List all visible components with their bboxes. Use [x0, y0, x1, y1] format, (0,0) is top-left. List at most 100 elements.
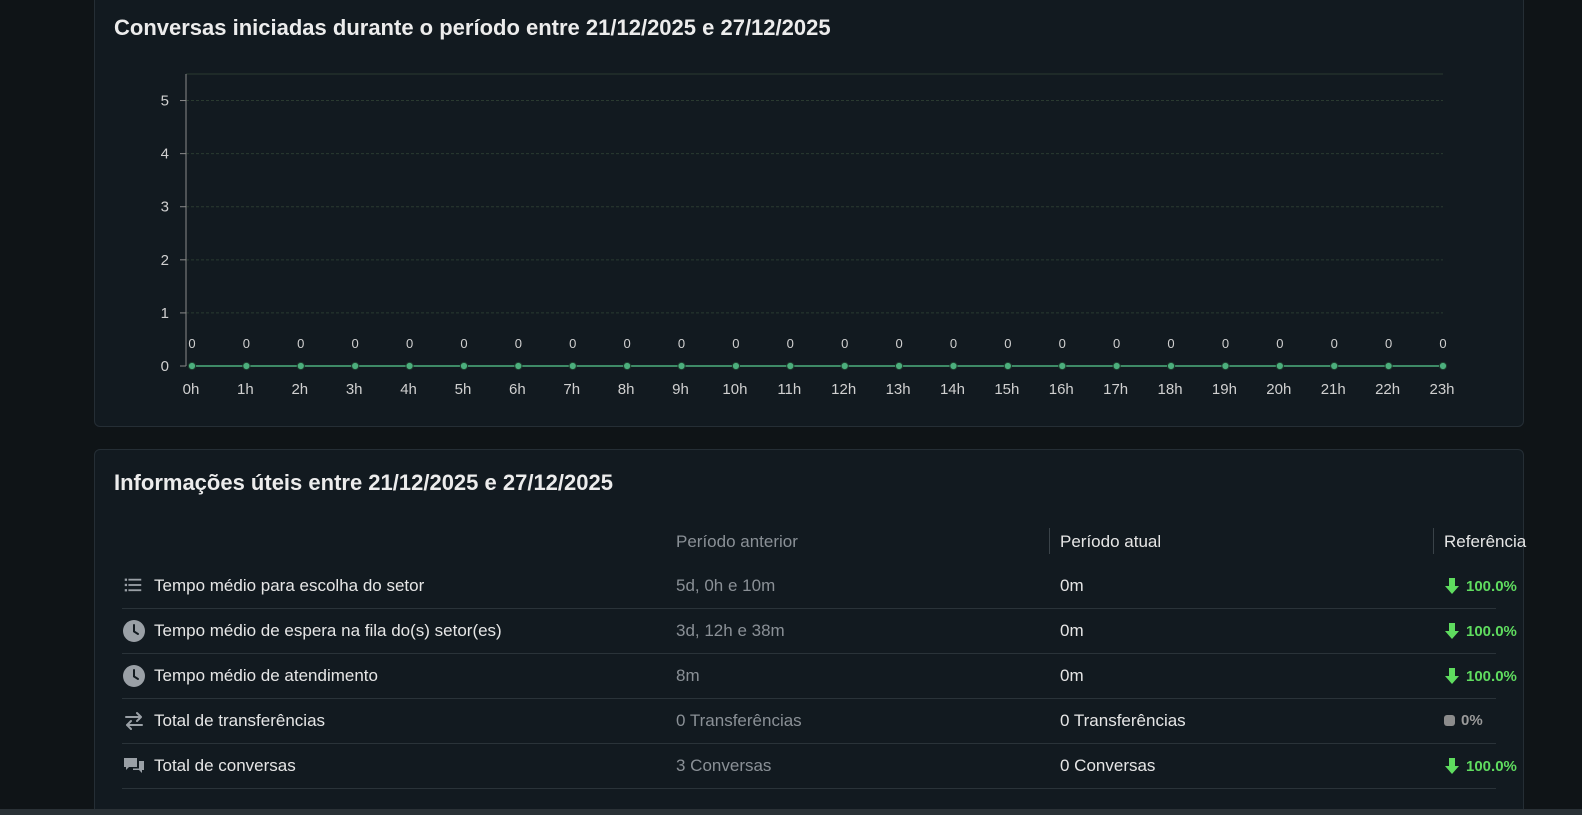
data-label: 0: [1222, 336, 1229, 351]
table-row: Total de transferências 0 Transferências 0…: [122, 699, 1496, 744]
x-tick-label: 0h: [183, 381, 200, 398]
metric-previous-value: 5d, 0h e 10m: [676, 576, 776, 595]
y-tick-label: 3: [161, 199, 169, 216]
metric-reference-value: 0%: [1461, 712, 1483, 729]
metric-reference-value: 100.0%: [1466, 667, 1517, 685]
data-point: [677, 361, 686, 371]
x-tick-label: 13h: [886, 381, 911, 398]
data-point: [894, 361, 904, 371]
data-point: [296, 361, 305, 371]
data-point: [786, 361, 795, 371]
x-tick-label: 19h: [1212, 381, 1237, 398]
data-point: [351, 361, 360, 371]
metric-reference: 100.0%: [1444, 577, 1517, 595]
data-label: 0: [678, 336, 685, 351]
data-point: [1221, 361, 1230, 371]
metric-reference-value: 100.0%: [1466, 577, 1517, 595]
data-label: 0: [950, 336, 957, 351]
table-row: Tempo médio para escolha do setor 5d, 0h …: [122, 564, 1517, 609]
metric-label: Total de transferências: [154, 711, 326, 730]
metric-previous-value: 0 Transferências: [676, 711, 802, 730]
arrow-down-icon: [1444, 667, 1460, 685]
arrow-down-icon: [1444, 757, 1460, 775]
data-point: [1003, 361, 1012, 371]
data-point: [949, 361, 958, 371]
data-point: [1112, 361, 1121, 371]
x-tick-label: 11h: [777, 381, 801, 398]
metric-current-value: 0 Transferências: [1060, 711, 1186, 730]
data-point: [568, 361, 577, 371]
data-label: 0: [569, 336, 576, 351]
y-tick-label: 2: [161, 252, 169, 269]
data-label: 0: [1059, 336, 1066, 351]
metric-reference-value: 100.0%: [1466, 757, 1517, 775]
metric-previous-value: 3d, 12h e 38m: [676, 621, 785, 640]
x-tick-label: 15h: [994, 381, 1019, 398]
data-point: [1330, 361, 1339, 371]
y-tick-label: 4: [161, 146, 169, 163]
data-label: 0: [841, 336, 848, 351]
metric-current-value: 0m: [1060, 621, 1084, 640]
conversations-chart-card: Conversas iniciadas durante o período en…: [94, 0, 1524, 427]
data-label: 0: [895, 336, 902, 351]
metric-label: Total de conversas: [154, 756, 296, 775]
chat-icon: [122, 754, 146, 778]
data-label: 0: [1276, 336, 1283, 351]
x-tick-label: 5h: [455, 381, 472, 398]
table-header: Período anterior Período atual Referênci…: [122, 520, 1526, 564]
data-point: [1166, 361, 1176, 371]
data-point: [731, 361, 741, 371]
data-label: 0: [1113, 336, 1120, 351]
y-tick-label: 0: [161, 358, 169, 375]
x-tick-label: 22h: [1375, 381, 1400, 398]
metric-label: Tempo médio para escolha do setor: [154, 576, 425, 595]
x-tick-label: 18h: [1158, 381, 1183, 398]
x-tick-label: 20h: [1266, 381, 1291, 398]
x-tick-label: 17h: [1103, 381, 1128, 398]
data-point: [187, 361, 197, 371]
x-tick-label: 10h: [722, 381, 747, 398]
x-tick-label: 9h: [672, 381, 689, 398]
table-body: Tempo médio para escolha do setor 5d, 0h …: [122, 564, 1517, 789]
data-label: 0: [515, 336, 522, 351]
data-point: [405, 361, 414, 371]
metric-reference: 0%: [1444, 712, 1483, 729]
x-tick-label: 16h: [1049, 381, 1074, 398]
y-tick-label: 5: [161, 93, 169, 110]
data-point: [623, 361, 632, 371]
data-label: 0: [352, 336, 359, 351]
table-row: Total de conversas 3 Conversas 0 Conversas…: [122, 744, 1517, 789]
data-point: [1438, 361, 1448, 371]
data-point: [459, 361, 469, 371]
data-label: 0: [624, 336, 631, 351]
neutral-dot-icon: [1444, 715, 1455, 726]
arrow-down-icon: [1444, 622, 1460, 640]
x-tick-label: 6h: [509, 381, 526, 398]
data-label: 0: [1331, 336, 1338, 351]
data-point: [1384, 361, 1393, 371]
metric-current-value: 0m: [1060, 576, 1084, 595]
data-label: 0: [406, 336, 413, 351]
header-divider: [1049, 528, 1050, 554]
table-row: Tempo médio de atendimento 8m 0m 100.0%: [122, 654, 1517, 699]
data-label: 0: [243, 336, 250, 351]
x-tick-label: 1h: [237, 381, 254, 398]
x-tick-label: 21h: [1321, 381, 1346, 398]
transfer-icon: [122, 709, 146, 733]
metric-reference: 100.0%: [1444, 622, 1517, 640]
data-label: 0: [297, 336, 304, 351]
data-point: [1275, 361, 1284, 371]
metric-label: Tempo médio de atendimento: [154, 666, 378, 685]
x-tick-label: 12h: [831, 381, 856, 398]
metric-current-value: 0 Conversas: [1060, 756, 1156, 775]
x-tick-label: 14h: [940, 381, 965, 398]
metric-previous-value: 3 Conversas: [676, 756, 772, 775]
useful-info-card: Informações úteis entre 21/12/2025 e 27/…: [94, 449, 1526, 815]
data-label: 0: [1385, 336, 1392, 351]
data-label: 0: [732, 336, 739, 351]
metrics-table: Período anterior Período atual Referênci…: [122, 520, 1526, 789]
metric-reference-value: 100.0%: [1466, 622, 1517, 640]
x-tick-label: 23h: [1429, 381, 1454, 398]
metric-reference: 100.0%: [1444, 757, 1517, 775]
x-tick-label: 7h: [563, 381, 580, 398]
